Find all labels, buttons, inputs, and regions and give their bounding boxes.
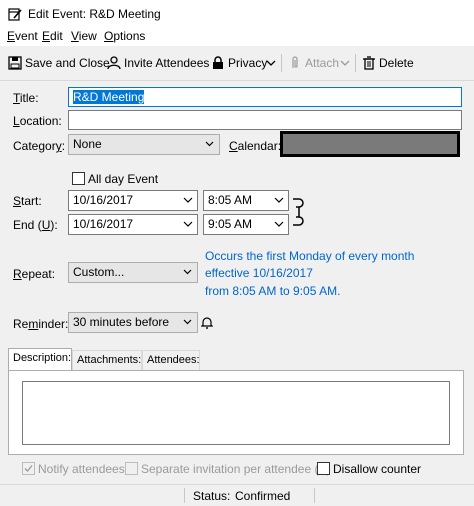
- end-label: End (U):: [13, 218, 58, 232]
- end-time-value: 9:05 AM: [208, 217, 253, 231]
- chevron-down-icon: [205, 141, 214, 147]
- save-and-close-button[interactable]: Save and Close: [8, 55, 110, 71]
- title-bar: Edit Event: R&D Meeting: [0, 0, 474, 28]
- all-day-checkbox[interactable]: [72, 172, 85, 185]
- separate-invitation-checkbox[interactable]: [125, 462, 138, 475]
- category-value: None: [73, 137, 102, 151]
- paperclip-icon: [292, 56, 298, 68]
- location-label: Location:: [13, 114, 62, 128]
- bell-icon[interactable]: [201, 316, 213, 329]
- chevron-down-icon: [183, 197, 193, 203]
- start-time-value: 8:05 AM: [208, 193, 253, 207]
- repeat-select[interactable]: Custom...: [68, 262, 198, 283]
- repeat-details-line[interactable]: Occurs the first Monday of every month: [205, 249, 414, 263]
- checkmark-icon: [24, 465, 33, 472]
- reminder-select[interactable]: 30 minutes before: [68, 312, 198, 333]
- save-icon: [8, 56, 22, 70]
- calendar-label: Calendar:: [229, 139, 282, 153]
- invite-attendees-label: Invite Attendees: [124, 56, 210, 70]
- chevron-down-icon[interactable]: [266, 59, 276, 67]
- end-date-input[interactable]: 10/16/2017: [68, 214, 198, 235]
- tab-attendees-label: Attendees:: [147, 354, 200, 366]
- notify-attendees-checkbox[interactable]: [22, 462, 35, 475]
- privacy-button[interactable]: Privacy: [211, 55, 267, 71]
- title-input-value: R&D Meeting: [73, 90, 145, 104]
- category-label: Category:: [13, 139, 66, 153]
- delete-button[interactable]: Delete: [362, 55, 414, 71]
- chain-link-icon[interactable]: [291, 195, 305, 229]
- window-title: Edit Event: R&D Meeting: [28, 7, 161, 21]
- start-label: Start:: [13, 194, 42, 208]
- tab-description-label: Description:: [13, 352, 72, 364]
- title-label: Title:: [13, 91, 39, 105]
- attach-label: Attach: [305, 56, 340, 70]
- toolbar-separator: [355, 54, 356, 72]
- menu-view[interactable]: View: [71, 29, 97, 43]
- chevron-down-icon: [183, 221, 193, 227]
- calendar-select[interactable]: [280, 131, 460, 157]
- invite-attendees-button[interactable]: Invite Attendees: [107, 55, 209, 71]
- tab-attendees[interactable]: Attendees:: [142, 350, 200, 370]
- reminder-label: Reminder:: [13, 317, 69, 331]
- tab-attachments[interactable]: Attachments:: [72, 350, 142, 370]
- menu-event[interactable]: Event: [7, 29, 38, 43]
- repeat-details-line[interactable]: effective 10/16/2017: [205, 266, 313, 280]
- person-icon: [107, 56, 121, 70]
- start-time-input[interactable]: 8:05 AM: [203, 190, 289, 211]
- menu-edit[interactable]: Edit: [42, 29, 63, 43]
- toolbar-separator: [281, 54, 282, 72]
- lock-icon: [213, 56, 223, 69]
- status-label: Status:: [193, 489, 231, 503]
- toolbar: Save and Close Invite Attendees Privacy …: [0, 46, 474, 81]
- description-textarea[interactable]: [22, 381, 450, 445]
- repeat-label: Repeat:: [13, 267, 56, 281]
- menu-options[interactable]: Options: [104, 29, 145, 43]
- status-separator: [184, 488, 185, 503]
- tab-description[interactable]: Description:: [8, 348, 72, 371]
- start-date-value: 10/16/2017: [73, 193, 134, 207]
- all-day-label: All day Event: [88, 172, 159, 186]
- disallow-counter-label: Disallow counter: [333, 462, 422, 476]
- status-bar: Status: Confirmed: [0, 484, 474, 506]
- save-and-close-label: Save and Close: [25, 56, 110, 70]
- location-input[interactable]: [68, 110, 462, 130]
- separate-invitation-label: Separate invitation per attendee (X): [141, 462, 331, 476]
- chevron-down-icon: [274, 197, 284, 203]
- start-date-input[interactable]: 10/16/2017: [68, 190, 198, 211]
- delete-label: Delete: [379, 56, 414, 70]
- menu-bar: Event Edit View Options: [0, 28, 474, 46]
- repeat-details-line[interactable]: from 8:05 AM to 9:05 AM.: [205, 284, 340, 298]
- attach-button[interactable]: Attach: [288, 55, 339, 71]
- reminder-value: 30 minutes before: [73, 315, 170, 329]
- edit-calendar-icon: [8, 8, 22, 21]
- tab-attachments-label: Attachments:: [77, 354, 142, 366]
- chevron-down-icon: [183, 319, 192, 325]
- trash-icon: [363, 56, 375, 70]
- privacy-label: Privacy: [228, 56, 268, 70]
- disallow-counter-checkbox[interactable]: [317, 462, 330, 475]
- chevron-down-icon[interactable]: [340, 59, 350, 67]
- end-time-input[interactable]: 9:05 AM: [203, 214, 289, 235]
- category-select[interactable]: None: [68, 134, 220, 155]
- status-value: Confirmed: [235, 489, 291, 503]
- title-input[interactable]: R&D Meeting: [68, 87, 462, 107]
- notify-attendees-label: Notify attendees: [38, 462, 125, 476]
- end-date-value: 10/16/2017: [73, 217, 134, 231]
- chevron-down-icon: [274, 221, 284, 227]
- status-separator: [314, 488, 315, 503]
- chevron-down-icon: [183, 269, 192, 275]
- repeat-value: Custom...: [73, 265, 125, 279]
